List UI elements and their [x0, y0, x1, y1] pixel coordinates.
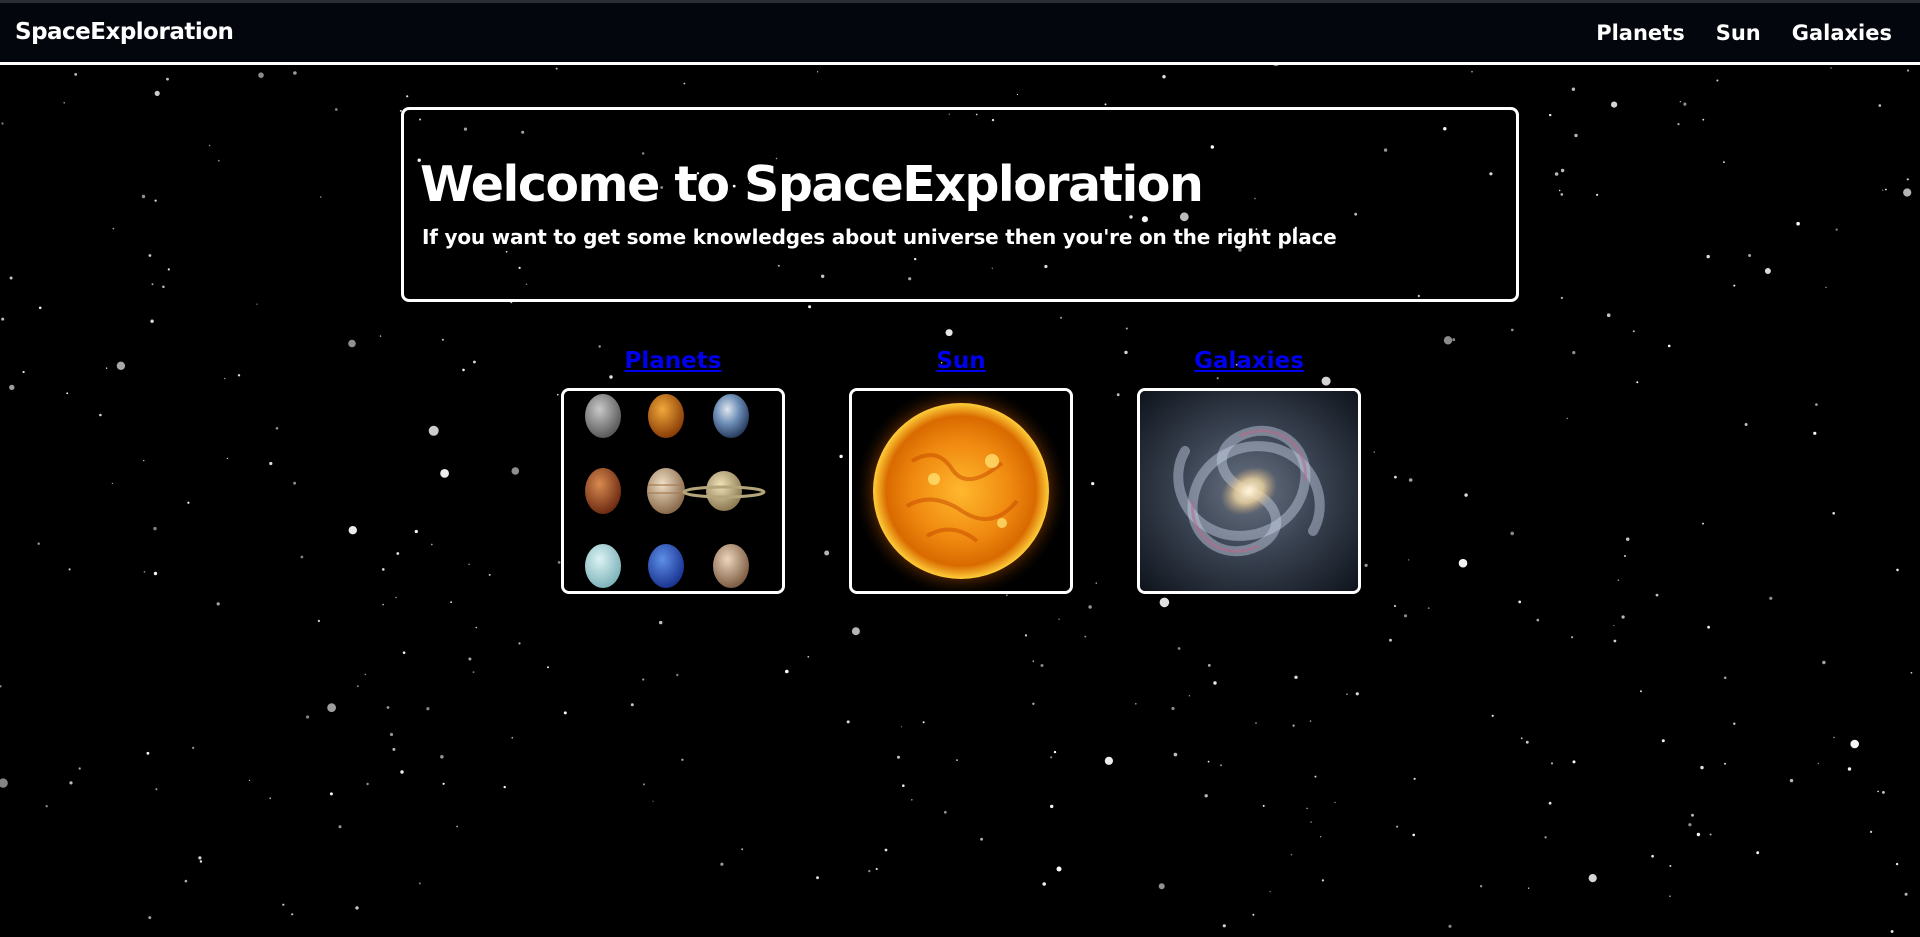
nav-link-planets[interactable]: Planets: [1596, 21, 1685, 45]
card-galaxies: Galaxies: [1137, 346, 1361, 594]
card-title-sun[interactable]: Sun: [849, 346, 1073, 376]
sun-icon: [852, 391, 1070, 591]
planets-image-link[interactable]: [561, 388, 785, 594]
welcome-banner: Welcome to SpaceExploration If you want …: [401, 107, 1519, 302]
card-title-planets[interactable]: Planets: [561, 346, 785, 376]
sun-image-link[interactable]: [849, 388, 1073, 594]
page-subtitle: If you want to get some knowledges about…: [422, 225, 1337, 249]
card-planets: Planets: [561, 346, 785, 594]
nav-links: Planets Sun Galaxies: [1596, 21, 1892, 45]
brand-logo-link[interactable]: SpaceExploration: [15, 19, 234, 45]
spiral-galaxy-icon: [1140, 391, 1358, 591]
galaxy-image-link[interactable]: [1137, 388, 1361, 594]
card-sun: Sun: [849, 346, 1073, 594]
nav-link-galaxies[interactable]: Galaxies: [1792, 21, 1892, 45]
navbar: SpaceExploration Planets Sun Galaxies: [0, 3, 1920, 65]
top-strip: [0, 0, 1920, 3]
page-title: Welcome to SpaceExploration: [420, 156, 1204, 213]
card-title-galaxies[interactable]: Galaxies: [1137, 346, 1361, 376]
nav-link-sun[interactable]: Sun: [1716, 21, 1761, 45]
solar-system-planets-icon: [564, 391, 782, 591]
